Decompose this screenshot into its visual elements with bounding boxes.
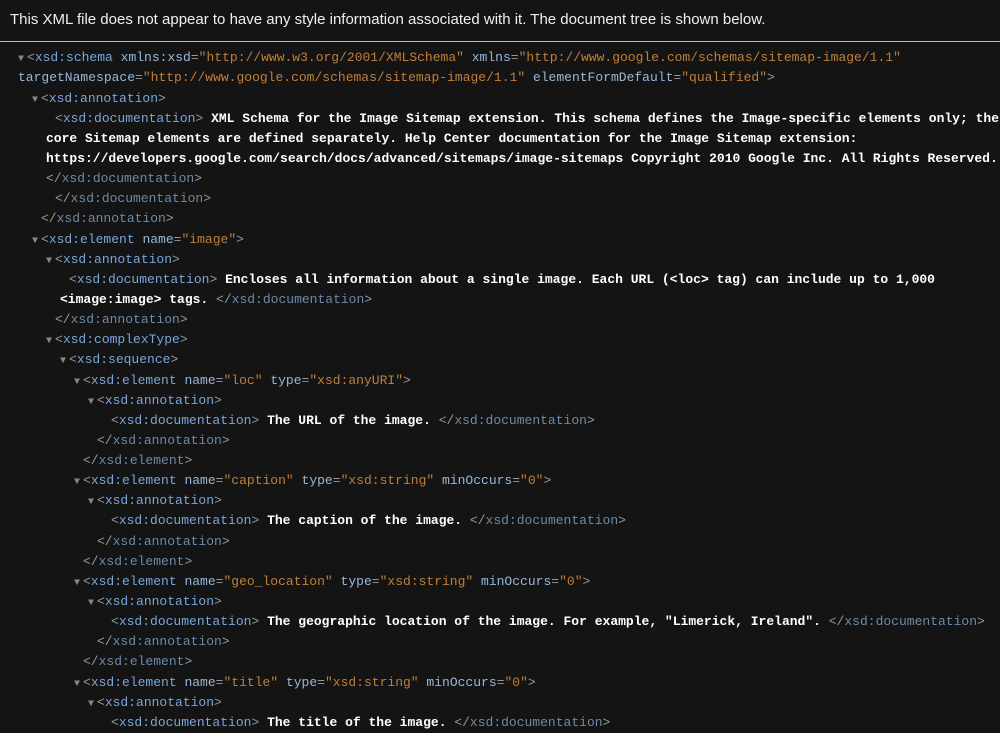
- element-close: </xsd:element>: [4, 652, 1000, 672]
- annotation-open: <xsd:annotation>: [4, 250, 1000, 270]
- element-close: </xsd:element>: [4, 451, 1000, 471]
- element-open: <xsd:element name="title" type="xsd:stri…: [4, 673, 1000, 693]
- documentation-line: <xsd:documentation> The URL of the image…: [4, 411, 1000, 431]
- element-close: </xsd:element>: [4, 552, 1000, 572]
- collapse-toggle-icon[interactable]: [60, 350, 69, 370]
- collapse-toggle-icon[interactable]: [74, 673, 83, 693]
- collapse-toggle-icon[interactable]: [88, 491, 97, 511]
- annotation-open: <xsd:annotation>: [4, 491, 1000, 511]
- annotation-close: </xsd:annotation>: [4, 310, 1000, 330]
- annotation-open: <xsd:annotation>: [4, 592, 1000, 612]
- collapse-toggle-icon[interactable]: [32, 230, 41, 250]
- documentation-line: <xsd:documentation> The geographic locat…: [4, 612, 1000, 632]
- collapse-toggle-icon[interactable]: [88, 391, 97, 411]
- annotation-open: <xsd:annotation>: [4, 89, 1000, 109]
- element-image-open: <xsd:element name="image">: [4, 230, 1000, 250]
- collapse-toggle-icon[interactable]: [74, 371, 83, 391]
- annotation-open: <xsd:annotation>: [4, 693, 1000, 713]
- annotation-close: </xsd:annotation>: [4, 632, 1000, 652]
- annotation-close: </xsd:annotation>: [4, 431, 1000, 451]
- collapse-toggle-icon[interactable]: [74, 471, 83, 491]
- xml-tree: <xsd:schema xmlns:xsd="http://www.w3.org…: [0, 42, 1000, 733]
- collapse-toggle-icon[interactable]: [74, 572, 83, 592]
- collapse-toggle-icon[interactable]: [32, 89, 41, 109]
- element-open: <xsd:element name="geo_location" type="x…: [4, 572, 1000, 592]
- element-open: <xsd:element name="loc" type="xsd:anyURI…: [4, 371, 1000, 391]
- complextype-open: <xsd:complexType>: [4, 330, 1000, 350]
- annotation-open: <xsd:annotation>: [4, 391, 1000, 411]
- annotation-close: </xsd:annotation>: [4, 532, 1000, 552]
- documentation-line: <xsd:documentation> The title of the ima…: [4, 713, 1000, 733]
- documentation-line: <xsd:documentation> The caption of the i…: [4, 511, 1000, 531]
- collapse-toggle-icon[interactable]: [88, 592, 97, 612]
- element-open: <xsd:element name="caption" type="xsd:st…: [4, 471, 1000, 491]
- documentation-line: <xsd:documentation> Encloses all informa…: [4, 270, 1000, 310]
- sequence-open: <xsd:sequence>: [4, 350, 1000, 370]
- xml-no-style-notice: This XML file does not appear to have an…: [0, 0, 1000, 42]
- documentation-line: <xsd:documentation> XML Schema for the I…: [4, 109, 1000, 190]
- collapse-toggle-icon[interactable]: [46, 330, 55, 350]
- collapse-toggle-icon[interactable]: [88, 693, 97, 713]
- annotation-close: </xsd:annotation>: [4, 209, 1000, 229]
- collapse-toggle-icon[interactable]: [18, 48, 27, 68]
- schema-open: <xsd:schema xmlns:xsd="http://www.w3.org…: [4, 48, 1000, 88]
- collapse-toggle-icon[interactable]: [46, 250, 55, 270]
- documentation-close: </xsd:documentation>: [4, 189, 1000, 209]
